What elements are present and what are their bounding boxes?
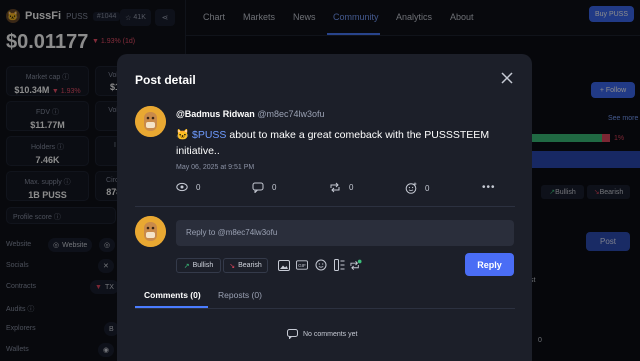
post-detail-modal: Post detail @Badmus Ridwan @m8ec74lw3ofu… [117, 54, 532, 361]
repost-icon [330, 182, 340, 193]
bearish-tag-button[interactable]: ↘ Bearish [223, 258, 268, 273]
like-action[interactable]: 0 [405, 182, 429, 194]
bullish-tag-button[interactable]: ↗ Bullish [176, 258, 221, 273]
repost-action[interactable]: 0 [329, 182, 353, 193]
author-name[interactable]: @Badmus Ridwan [176, 109, 255, 119]
author-handle: @m8ec74lw3ofu [257, 109, 325, 119]
like-count: 0 [425, 183, 430, 193]
author-avatar[interactable] [135, 106, 166, 137]
close-icon[interactable] [501, 72, 513, 84]
eye-icon [176, 182, 188, 192]
image-upload-icon[interactable] [278, 259, 290, 271]
modal-title: Post detail [135, 73, 196, 87]
bearish-label: Bearish [238, 262, 262, 269]
ticker-link[interactable]: $PUSS [192, 129, 226, 141]
comment-action[interactable]: 0 [252, 182, 276, 193]
app-root: 🐱 PussFi PUSS #1044 ☆ 41K ⋖ $0.01177 ▼ 1… [0, 0, 640, 361]
comment-icon [252, 182, 264, 193]
reply-input[interactable]: Reply to @m8ec74lw3ofu [176, 220, 514, 246]
gif-icon[interactable]: GIF [296, 259, 308, 271]
repost-count: 0 [349, 183, 354, 192]
views-action[interactable]: 0 [176, 182, 200, 192]
no-comments-text: No comments yet [303, 330, 358, 338]
avatar-image-icon [135, 106, 166, 137]
avatar-image-icon [135, 216, 166, 247]
emoji-icon[interactable] [315, 259, 327, 271]
poll-icon[interactable] [333, 259, 345, 271]
post-body: 🐱 $PUSS about to make a great comeback w… [176, 127, 516, 159]
comment-icon [287, 329, 298, 339]
repost-with-badge-icon[interactable] [350, 259, 362, 271]
emoji-react-icon [405, 182, 417, 194]
more-options-icon[interactable]: ••• [482, 182, 496, 193]
cat-emoji-icon: 🐱 [176, 129, 190, 141]
reply-button[interactable]: Reply [465, 253, 514, 276]
svg-text:GIF: GIF [298, 263, 306, 268]
tab-reposts[interactable]: Reposts (0) [218, 290, 262, 300]
divider [135, 308, 515, 309]
bullish-label: Bullish [192, 262, 214, 269]
trend-down-icon: ↘ [229, 262, 236, 270]
post-author: @Badmus Ridwan @m8ec74lw3ofu [176, 109, 324, 119]
comment-count: 0 [272, 183, 277, 192]
current-user-avatar [135, 216, 166, 247]
post-date: May 06, 2025 at 9:51 PM [176, 164, 255, 171]
tab-comments[interactable]: Comments (0) [144, 290, 201, 300]
views-count: 0 [196, 182, 201, 192]
empty-comments-state: No comments yet [287, 329, 357, 339]
divider [135, 206, 515, 207]
trend-up-icon: ↗ [183, 262, 190, 270]
